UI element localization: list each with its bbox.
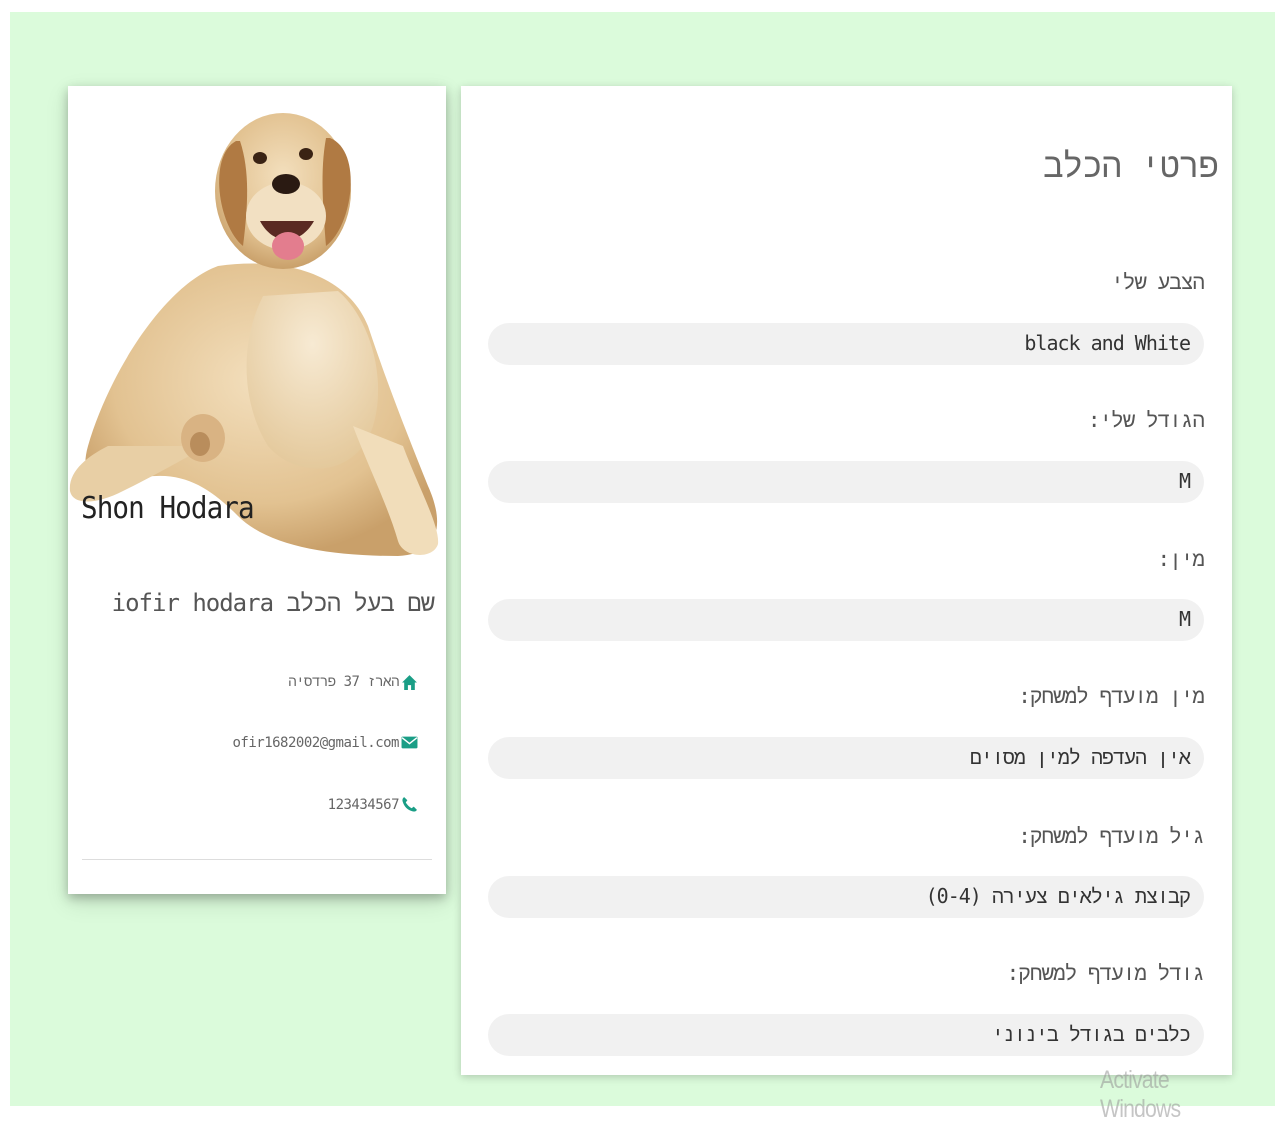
- home-icon: [402, 675, 417, 690]
- phone-text: 123434567: [327, 796, 400, 813]
- preferred-gender-label: מין מועדף למשחק:: [1018, 684, 1205, 708]
- size-field: M: [488, 461, 1204, 503]
- email-row: ofir1682002@gmail.com: [232, 734, 418, 751]
- color-field: black and White: [488, 323, 1204, 365]
- details-title: פרטי הכלב: [1043, 146, 1219, 186]
- gender-value: M: [1178, 607, 1191, 631]
- size-value: M: [1178, 469, 1191, 493]
- preferred-size-value: כלבים בגודל בינוני: [991, 1022, 1191, 1046]
- gender-label: מין:: [1157, 547, 1205, 571]
- address-row: הארז 37 פרדסיה: [288, 674, 418, 691]
- phone-icon: [402, 797, 417, 812]
- profile-card: Shon Hodara שם בעל הכלב iofir hodara האר…: [68, 86, 446, 894]
- preferred-age-field: קבוצת גילאים צעירה (0-4): [488, 876, 1204, 918]
- dog-photo: Shon Hodara: [68, 86, 446, 566]
- preferred-age-label: גיל מועדף למשחק:: [1018, 824, 1205, 848]
- dog-details-card: פרטי הכלב הצבע שלי black and White הגודל…: [461, 86, 1232, 1075]
- phone-row: 123434567: [328, 796, 418, 813]
- preferred-gender-value: אין העדפה למין מסוים: [969, 745, 1191, 769]
- preferred-age-value: קבוצת גילאים צעירה (0-4): [925, 884, 1191, 908]
- envelope-icon: [401, 736, 418, 749]
- color-value: black and White: [1024, 331, 1191, 355]
- address-text: הארז 37 פרדסיה: [288, 674, 399, 690]
- pet-name: Shon Hodara: [81, 491, 255, 526]
- card-divider: [82, 859, 432, 860]
- preferred-size-field: כלבים בגודל בינוני: [488, 1014, 1204, 1056]
- preferred-size-label: גודל מועדף למשחק:: [1006, 961, 1205, 985]
- activate-windows-watermark: Activate Windows: [1100, 1066, 1181, 1123]
- size-label: הגודל שלי:: [1087, 408, 1205, 432]
- color-label: הצבע שלי: [1111, 270, 1205, 294]
- owner-name: שם בעל הכלב iofir hodara: [111, 589, 435, 617]
- gender-field: M: [488, 599, 1204, 641]
- preferred-gender-field: אין העדפה למין מסוים: [488, 737, 1204, 779]
- email-text: ofir1682002@gmail.com: [232, 734, 399, 751]
